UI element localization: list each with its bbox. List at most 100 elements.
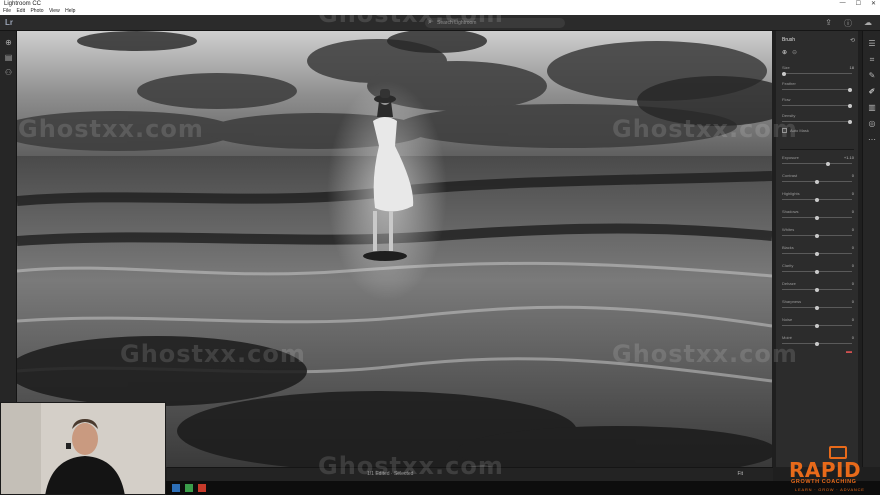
adjust-slider[interactable] [782,251,852,256]
watermark: Ghostxx.com [120,340,306,368]
slider-knob[interactable] [782,71,786,76]
more-icon[interactable]: ⋯ [867,135,877,145]
brush-size-slider[interactable] [782,71,852,76]
adjust-label: Clarity [782,263,794,268]
brush-feather-slider[interactable] [782,87,852,92]
brush-size-label: Size [782,65,790,70]
watermark: Ghostxx.com [18,115,204,143]
window-title: Lightroom CC [4,1,42,7]
zoom-button[interactable]: Fit [737,471,743,477]
adjust-slider[interactable] [782,233,852,238]
close-button[interactable]: ✕ [871,0,876,8]
brush-flow-label: Flow [782,97,791,102]
menu-view[interactable]: View [49,8,60,14]
adjust-slider[interactable] [782,215,852,220]
adjust-label: Shadows [782,209,799,214]
adjust-value: +1.10 [843,155,854,160]
adjust-value: 0 [851,245,854,250]
my-photos-icon[interactable]: ▤ [4,53,13,62]
slider-knob[interactable] [815,233,819,238]
adjust-label: Noise [782,317,793,322]
adjust-value: 0 [851,335,854,340]
panel-title: Brush [782,37,796,43]
minimize-button[interactable]: — [840,0,846,8]
slider-knob[interactable] [815,287,819,292]
adjust-slider[interactable] [782,323,852,328]
watermark: Ghostxx.com [318,452,504,480]
slider-knob[interactable] [815,305,819,310]
adjust-slider[interactable] [782,305,852,310]
panel-reset-icon[interactable]: ⟲ [850,37,855,44]
brush-feather-label: Feather [782,81,796,86]
slider-knob[interactable] [815,197,819,202]
slider-knob[interactable] [826,161,830,166]
watermark: Ghostxx.com [612,115,798,143]
menu-photo[interactable]: Photo [30,8,43,14]
adjust-value: 0 [851,209,854,214]
adjust-slider[interactable] [782,197,852,202]
slider-knob[interactable] [848,87,852,92]
webcam-overlay [0,402,166,495]
logo-sub-text: GROWTH COACHING [791,479,857,485]
adjust-label: Highlights [782,191,800,196]
edit-icon[interactable]: ☰ [867,39,877,49]
adjust-label: Whites [782,227,795,232]
slider-knob[interactable] [815,341,819,346]
slider-knob[interactable] [815,179,819,184]
brush-erase-icon[interactable]: ⊖ [792,49,797,56]
brush-add-icon[interactable]: ⊕ [782,49,787,56]
menu-help[interactable]: Help [65,8,75,14]
adjust-sliders: Exposure +1.10 Contrast 0 Highlights 0 Shadows… [776,155,858,355]
crop-icon[interactable]: ⌗ [867,55,877,65]
logo-tagline: LEARN · GROW · ADVANCE [795,487,865,492]
adjust-slider[interactable] [782,161,852,166]
people-icon[interactable]: ⚇ [4,68,13,77]
info-icon[interactable]: ⓘ [844,18,852,29]
rapid-growth-logo: RAPID GROWTH COACHING LEARN · GROW · ADV… [785,446,880,495]
add-photos-icon[interactable]: ⊕ [4,38,13,47]
divider [780,149,854,150]
brush-flow-slider[interactable] [782,103,852,108]
slider-knob[interactable] [815,251,819,256]
watermark: Ghostxx.com [612,340,798,368]
maximize-button[interactable]: ☐ [856,0,861,8]
adjust-value: 0 [851,281,854,286]
lightroom-logo: Lr [5,18,13,27]
left-rail: ⊕ ▤ ⚇ [0,31,17,465]
adjust-value: 0 [851,263,854,268]
color-picker-icon[interactable]: ▬ [846,349,852,355]
slider-knob[interactable] [815,269,819,274]
menu-file[interactable]: File [3,8,11,14]
window-controls: — ☐ ✕ [840,0,876,8]
slider-knob[interactable] [815,323,819,328]
adjust-value: 0 [851,299,854,304]
adjust-value: 0 [851,173,854,178]
slider-knob[interactable] [815,215,819,220]
adjust-slider[interactable] [782,269,852,274]
adjust-label: Dehaze [782,281,796,286]
adjust-value: 0 [851,227,854,232]
brush-size-value: 18 [849,65,854,70]
linear-gradient-icon[interactable]: ▥ [867,103,877,113]
top-right-icons: ⇪ ⓘ ☁ [825,18,872,29]
adjust-label: Sharpness [782,299,802,304]
watermark: Ghostxx.com [318,0,504,28]
edit-panel: Brush ⟲ ⊕ ⊖ Size 18 Feather Flow Density… [776,31,858,467]
brush-icon[interactable]: ✐ [867,87,877,97]
menu-edit[interactable]: Edit [16,8,25,14]
share-icon[interactable]: ⇪ [825,18,832,29]
healing-icon[interactable]: ✎ [867,71,877,81]
taskbar-app-icon[interactable] [172,484,180,492]
adjust-slider[interactable] [782,287,852,292]
slider-knob[interactable] [848,119,852,124]
adjust-label: Blacks [782,245,794,250]
cloud-sync-icon[interactable]: ☁ [864,18,872,29]
presenter-image [1,403,165,494]
right-rail: ☰ ⌗ ✎ ✐ ▥ ◎ ⋯ [862,31,880,467]
adjust-value: 0 [851,317,854,322]
adjust-slider[interactable] [782,179,852,184]
taskbar-app-icon[interactable] [185,484,193,492]
slider-knob[interactable] [848,103,852,108]
taskbar-app-icon[interactable] [198,484,206,492]
radial-gradient-icon[interactable]: ◎ [867,119,877,129]
